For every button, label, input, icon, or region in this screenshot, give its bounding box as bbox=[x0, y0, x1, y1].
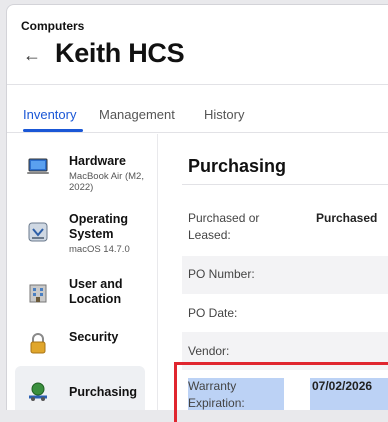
sidebar-item-sublabel: macOS 14.7.0 bbox=[69, 244, 130, 255]
section-divider bbox=[182, 184, 388, 185]
sidebar-item-purchasing[interactable]: Purchasing bbox=[15, 366, 145, 410]
tab-inventory[interactable]: Inventory bbox=[23, 107, 76, 122]
purchasing-panel: Purchasing Purchased or Leased: Purchase… bbox=[157, 134, 388, 410]
tab-history[interactable]: History bbox=[204, 107, 244, 122]
tab-management[interactable]: Management bbox=[99, 107, 175, 122]
sidebar-item-security[interactable]: Security bbox=[15, 320, 145, 372]
app-window: Computers ← Keith HCS Inventory Manageme… bbox=[6, 4, 388, 410]
active-tab-indicator bbox=[23, 129, 83, 132]
sidebar-item-user-and-location[interactable]: User and Location bbox=[15, 268, 145, 320]
sidebar-item-label: Operating System bbox=[69, 212, 129, 241]
page-title: Keith HCS bbox=[55, 38, 185, 68]
sidebar-item-label: User and Location bbox=[69, 277, 123, 306]
field-row-warranty-expiration: Warranty Expiration: 07/02/2026 bbox=[182, 372, 388, 410]
tab-bar: Inventory Management History bbox=[7, 85, 388, 133]
back-arrow-icon[interactable]: ← bbox=[23, 45, 41, 66]
field-label: Warranty Expiration: bbox=[188, 378, 284, 410]
field-label: PO Number: bbox=[188, 267, 255, 281]
os-installer-icon bbox=[27, 221, 49, 243]
breadcrumb[interactable]: Computers bbox=[21, 19, 84, 33]
sidebar-item-operating-system[interactable]: Operating System macOS 14.7.0 bbox=[15, 204, 145, 264]
sidebar-item-hardware[interactable]: Hardware MacBook Air (M2, 2022) bbox=[15, 144, 145, 196]
sidebar-item-label: Security bbox=[69, 330, 119, 344]
field-row-vendor: Vendor: bbox=[182, 332, 388, 370]
field-label: Purchased or Leased: bbox=[188, 211, 260, 242]
field-row-po-number: PO Number: bbox=[182, 256, 388, 294]
field-label: PO Date: bbox=[188, 306, 238, 320]
sidebar-item-label: Purchasing bbox=[69, 385, 138, 399]
inventory-sidebar: Hardware MacBook Air (M2, 2022) Operatin… bbox=[7, 134, 157, 410]
sidebar-item-sublabel: MacBook Air (M2, 2022) bbox=[69, 171, 144, 193]
field-value: Purchased bbox=[316, 211, 378, 225]
field-value: 07/02/2026 bbox=[310, 378, 388, 410]
field-label: Vendor: bbox=[188, 344, 230, 358]
section-title: Purchasing bbox=[188, 156, 287, 176]
page-header: Computers ← Keith HCS bbox=[7, 5, 388, 85]
field-row-po-date: PO Date: bbox=[182, 294, 388, 332]
purchasing-icon bbox=[27, 380, 49, 402]
lock-icon bbox=[27, 332, 49, 354]
sidebar-item-label: Hardware bbox=[69, 154, 126, 168]
field-row-purchased-or-leased: Purchased or Leased: Purchased bbox=[182, 196, 388, 256]
laptop-icon bbox=[27, 156, 49, 178]
building-icon bbox=[27, 282, 49, 304]
